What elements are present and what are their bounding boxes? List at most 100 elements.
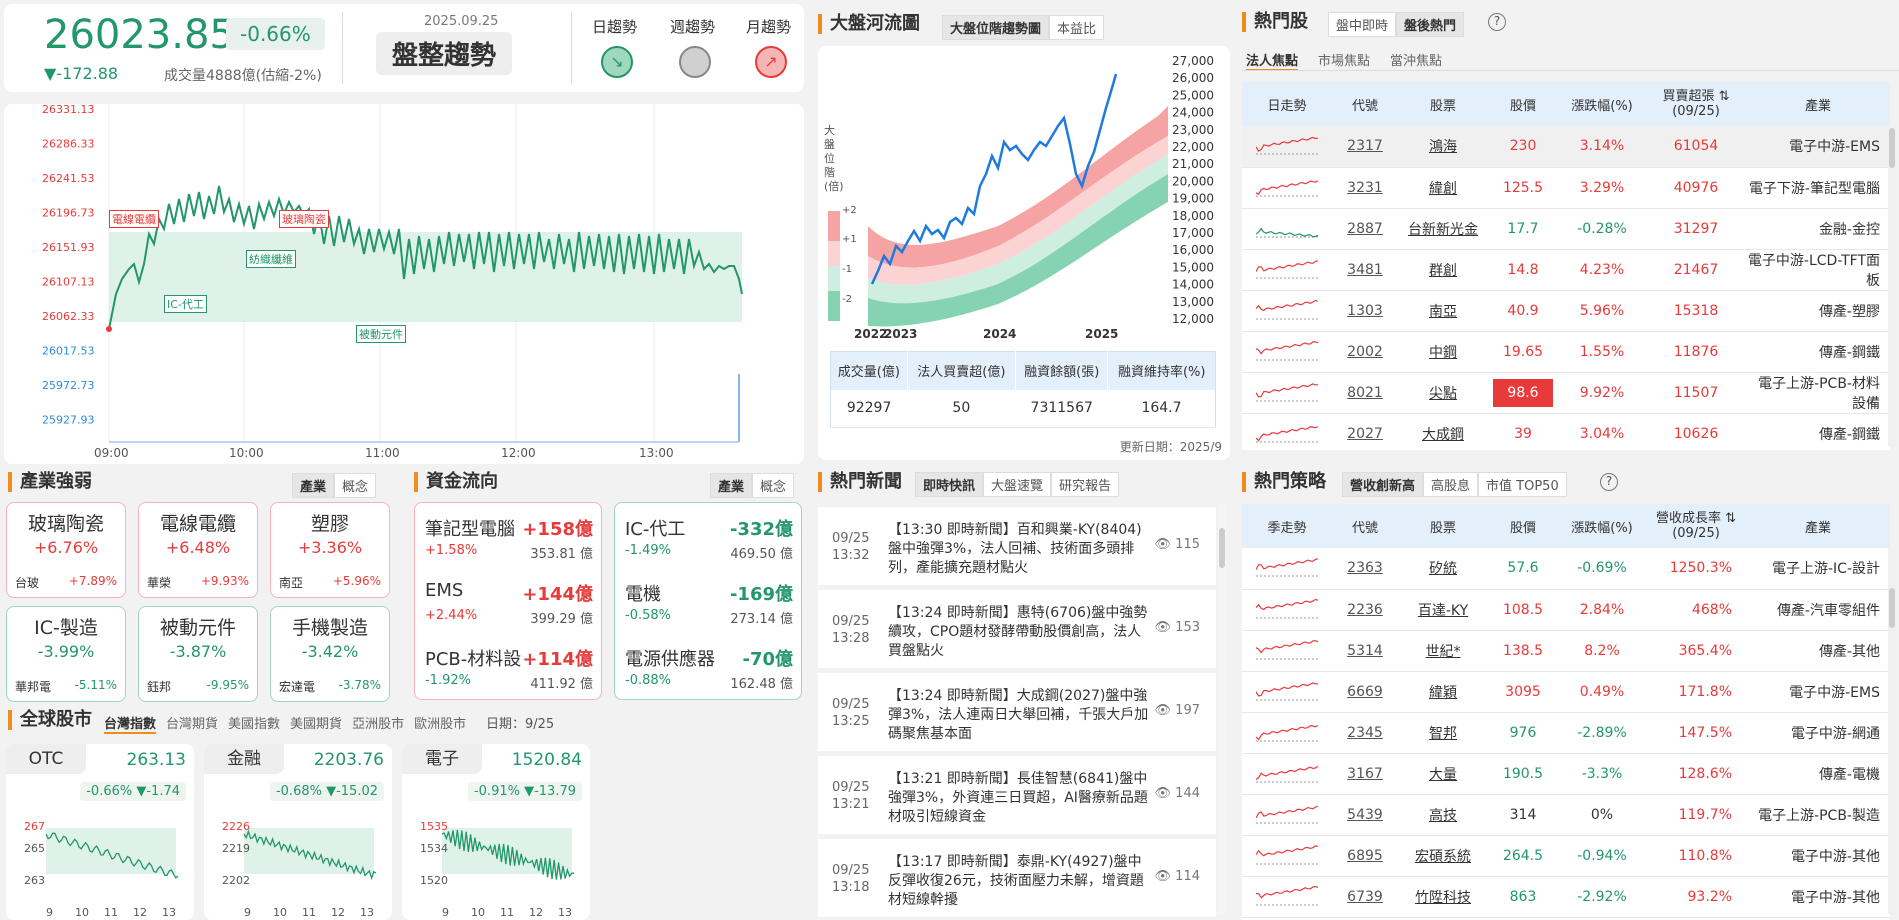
industry-card[interactable]: 被動元件 -3.87% 鈺邦 -9.95% [138,606,258,702]
stock-name[interactable]: 大量 [1398,753,1488,795]
column-header[interactable]: 代號 [1332,504,1398,548]
news-tab[interactable]: 大盤速覽 [983,472,1052,497]
news-headline[interactable]: 【13:24 即時新聞】大成鋼(2027)盤中強彈3%，法人連兩日大舉回補，千張… [888,687,1150,744]
global-market-card[interactable]: 電子 1520.84 -0.91% ▼-13.79 1535 1534 1520 9 10 11… [402,744,590,920]
table-row[interactable]: 5439 高技 314 0% 119.7% 電子上游-PCB-製造 [1242,794,1890,836]
global-tab[interactable]: 歐洲股市 [414,713,466,734]
help-icon[interactable]: ? [1488,13,1506,31]
stock-code[interactable]: 2317 [1332,126,1398,168]
week-trend-icon[interactable] [679,46,711,78]
news-headline[interactable]: 【13:17 即時新聞】泰鼎-KY(4927)盤中反彈收復26元，技術面壓力未解… [888,853,1150,910]
news-item[interactable]: 09/25 13:18 【13:17 即時新聞】泰鼎-KY(4927)盤中反彈收復2… [818,839,1216,917]
stock-code[interactable]: 2002 [1332,331,1398,373]
stock-name[interactable]: 竹陞科技 [1398,876,1488,918]
news-item[interactable]: 09/25 13:25 【13:24 即時新聞】大成鋼(2027)盤中強彈3%，法人… [818,673,1216,751]
tab-intraday[interactable]: 盤中即時 [1328,12,1397,37]
table-row[interactable]: 2236 百達-KY 108.5 2.84% 468% 傳產-汽車零組件 [1242,589,1890,631]
news-scrollbar[interactable] [1218,504,1226,914]
stock-name[interactable]: 矽統 [1398,548,1488,590]
stock-name[interactable]: 台新新光金 [1398,208,1488,250]
news-headline[interactable]: 【13:21 即時新聞】長佳智慧(6841)盤中強彈3%，外資連三日買超，AI醫… [888,770,1150,827]
fund-flow-item[interactable]: EMS +144億 +2.44% 399.29 億 [425,580,593,636]
global-tab[interactable]: 台灣指數 [104,713,157,734]
tab-pe-ratio[interactable]: 本益比 [1049,15,1105,40]
stock-name[interactable]: 緯穎 [1398,671,1488,713]
stock-name[interactable]: 南亞 [1398,290,1488,332]
stock-name[interactable]: 緯創 [1398,167,1488,209]
fund-flow-item[interactable]: IC-代工 -332億 -1.49% 469.50 億 [625,515,793,571]
industry-card[interactable]: IC-製造 -3.99% 華邦電 -5.11% [6,606,126,702]
column-header[interactable]: 季走勢 [1242,504,1332,548]
stock-name[interactable]: 世紀* [1398,630,1488,672]
hot-subtab[interactable]: 市場焦點 [1318,50,1370,71]
stock-code[interactable]: 5314 [1332,630,1398,672]
table-row[interactable]: 6895 宏碩系統 264.5 -0.94% 110.8% 電子中游-其他 [1242,835,1890,877]
industry-card[interactable]: 手機製造 -3.42% 宏達電 -3.78% [270,606,390,702]
industry-card[interactable]: 玻璃陶瓷 +6.76% 台玻 +7.89% [6,502,126,598]
tab-concept[interactable]: 概念 [334,473,377,498]
day-trend-icon[interactable]: ↘ [601,46,633,78]
global-market-card[interactable]: 金融 2203.76 -0.68% ▼-15.02 2226 2219 2202 9 10 11… [204,744,392,920]
stock-code[interactable]: 5439 [1332,794,1398,836]
fund-flow-item[interactable]: PCB-材料設 +114億 -1.92% 411.92 億 [425,645,593,699]
month-trend-icon[interactable]: ↗ [755,46,787,78]
column-header[interactable]: 股票 [1398,504,1488,548]
column-header[interactable]: 漲跌幅(%) [1558,82,1646,126]
stock-code[interactable]: 6739 [1332,876,1398,918]
stock-code[interactable]: 6669 [1332,671,1398,713]
industry-card[interactable]: 塑膠 +3.36% 南亞 +5.96% [270,502,390,598]
column-header-sortable[interactable]: 買賣超張 ⇅ (09/25) [1646,82,1746,126]
column-header[interactable]: 股票 [1398,82,1488,126]
global-tab[interactable]: 美國指數 [228,713,280,734]
news-headline[interactable]: 【13:30 即時新聞】百和興業-KY(8404)盤中強彈3%，法人回補、技術面… [888,521,1150,578]
stock-code[interactable]: 3231 [1332,167,1398,209]
tab-concept[interactable]: 概念 [752,473,795,498]
stock-code[interactable]: 1303 [1332,290,1398,332]
news-tab[interactable]: 研究報告 [1051,472,1120,497]
table-row[interactable]: 6669 緯穎 3095 0.49% 171.8% 電子中游-EMS [1242,671,1890,713]
stock-name[interactable]: 尖點 [1398,372,1488,414]
intraday-chart[interactable]: 26331.13 26286.33 26241.53 26196.73 26151.93… [4,104,804,464]
table-row[interactable]: 2027 大成鋼 39 3.04% 10626 傳產-鋼鐵 [1242,413,1890,450]
global-tab[interactable]: 台灣期貨 [166,713,218,734]
stock-code[interactable]: 2345 [1332,712,1398,754]
stock-name[interactable]: 群創 [1398,249,1488,291]
fund-flow-item[interactable]: 電機 -169億 -0.58% 273.14 億 [625,580,793,636]
hot-subtab[interactable]: 法人焦點 [1246,50,1299,71]
hot-subtab[interactable]: 當沖焦點 [1390,50,1442,71]
global-market-card[interactable]: OTC 263.13 -0.66% ▼-1.74 267 265 263 9 10 11 12 13 [6,744,194,920]
news-headline[interactable]: 【13:24 即時新聞】惠特(6706)盤中強勢續攻，CPO題材發酵帶動股價創高… [888,604,1150,661]
fund-flow-item[interactable]: 電源供應器 -70億 -0.88% 162.48 億 [625,645,793,699]
tab-industry[interactable]: 產業 [292,473,335,498]
stock-name[interactable]: 鴻海 [1398,126,1488,168]
stock-code[interactable]: 3167 [1332,753,1398,795]
stock-name[interactable]: 高技 [1398,794,1488,836]
strategy-scrollbar[interactable] [1888,548,1896,914]
tab-after-hours[interactable]: 盤後熱門 [1396,12,1465,37]
help-icon[interactable]: ? [1600,473,1618,491]
table-row[interactable]: 5314 世紀* 138.5 8.2% 365.4% 傳產-其他 [1242,630,1890,672]
stock-name[interactable]: 宏碩系統 [1398,835,1488,877]
stock-name[interactable]: 大成鋼 [1398,413,1488,450]
strategy-tab[interactable]: 高股息 [1423,472,1479,497]
hot-stocks-scrollbar[interactable] [1888,126,1896,446]
table-row[interactable]: 2363 矽統 57.6 -0.69% 1250.3% 電子上游-IC-設計 [1242,548,1890,590]
tab-index-level[interactable]: 大盤位階趨勢圖 [942,15,1050,40]
global-tab[interactable]: 美國期貨 [290,713,342,734]
stock-code[interactable]: 2363 [1332,548,1398,590]
column-header[interactable]: 產業 [1746,82,1890,126]
tab-industry[interactable]: 產業 [710,473,753,498]
stock-code[interactable]: 6895 [1332,835,1398,877]
stock-code[interactable]: 8021 [1332,372,1398,414]
column-header[interactable]: 漲跌幅(%) [1558,504,1646,548]
stock-name[interactable]: 百達-KY [1398,589,1488,631]
table-row[interactable]: 3231 緯創 125.5 3.29% 40976 電子下游-筆記型電腦 [1242,167,1890,209]
table-row[interactable]: 2887 台新新光金 17.7 -0.28% 31297 金融-金控 [1242,208,1890,250]
column-header[interactable]: 股價 [1488,504,1558,548]
table-row[interactable]: 1303 南亞 40.9 5.96% 15318 傳產-塑膠 [1242,290,1890,332]
news-item[interactable]: 09/25 13:28 【13:24 即時新聞】惠特(6706)盤中強勢續攻，CPO… [818,590,1216,668]
stock-name[interactable]: 中鋼 [1398,331,1488,373]
table-row[interactable]: 2345 智邦 976 -2.89% 147.5% 電子中游-網通 [1242,712,1890,754]
stock-code[interactable]: 2027 [1332,413,1398,450]
stock-code[interactable]: 2887 [1332,208,1398,250]
